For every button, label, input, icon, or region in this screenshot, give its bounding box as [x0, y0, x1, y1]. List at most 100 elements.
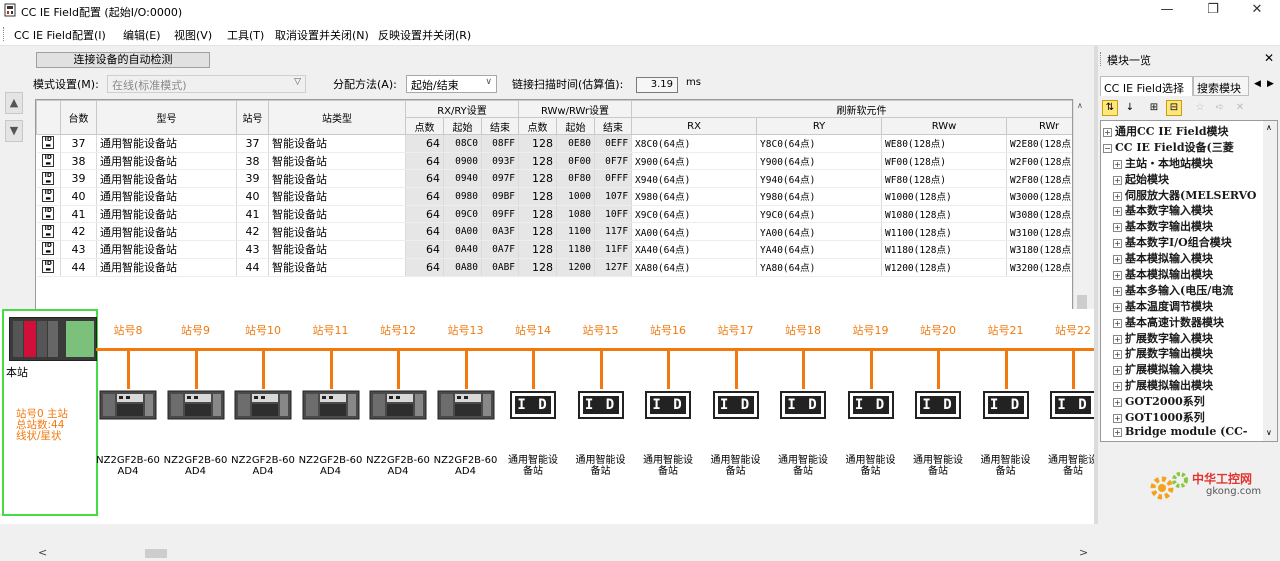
menu-ccie-config[interactable]: CC IE Field配置(I) — [14, 27, 106, 43]
table-row[interactable]: ID ▬ 41 通用智能设备站 41 智能设备站 64 09C0 09FF 128 1080 10FF… — [36, 205, 1072, 224]
assign-select[interactable]: 起始/结束 ∨ — [406, 75, 497, 93]
expand-icon[interactable]: + — [1113, 175, 1122, 185]
expand-icon[interactable]: + — [1113, 334, 1122, 344]
intelligent-device-icon[interactable]: I D — [847, 391, 894, 419]
move-down-button[interactable]: ▼ — [5, 120, 23, 142]
expand-icon[interactable]: + — [1113, 286, 1122, 296]
tree-item[interactable]: + 扩展数字输入模块 — [1103, 330, 1257, 346]
expand-icon[interactable]: + — [1113, 239, 1122, 249]
expand-icon[interactable]: + — [1113, 255, 1122, 265]
tree-item[interactable]: + Bridge module (CC- — [1103, 425, 1257, 441]
intelligent-device-icon[interactable]: I D — [1050, 391, 1094, 419]
tree-item[interactable]: + 基本模拟输出模块 — [1103, 266, 1257, 282]
expand-icon[interactable]: + — [1113, 382, 1122, 392]
table-row[interactable]: ID ▬ 43 通用智能设备站 43 智能设备站 64 0A40 0A7F 128 1180 11FF… — [36, 240, 1072, 259]
scroll-down-icon[interactable]: ∨ — [1266, 428, 1272, 437]
expand-icon[interactable]: + — [1113, 207, 1122, 217]
io-module-icon[interactable] — [167, 389, 225, 421]
tree-item[interactable]: + 主站・本地站模块 — [1103, 155, 1257, 171]
scroll-up-icon[interactable]: ∧ — [1077, 101, 1083, 110]
table-row[interactable]: ID ▬ 37 通用智能设备站 37 智能设备站 64 08C0 08FF 128 0E80 0EFF… — [36, 134, 1072, 153]
tree-item[interactable]: − CC IE Field设备(三菱 — [1103, 139, 1257, 155]
menu-cancel-close[interactable]: 取消设置并关闭(N) — [275, 27, 369, 43]
menu-tools[interactable]: 工具(T) — [227, 27, 264, 43]
expand-icon[interactable]: + — [1103, 128, 1112, 137]
menu-apply-close[interactable]: 反映设置并关闭(R) — [378, 27, 471, 43]
expand-icon[interactable]: + — [1113, 318, 1122, 328]
diagram-horizontal-scrollbar[interactable]: < > — [35, 546, 1094, 561]
close-icon[interactable]: ✕ — [1264, 51, 1274, 65]
minimize-button[interactable]: — — [1144, 0, 1190, 22]
tree-item[interactable]: + 基本数字输入模块 — [1103, 202, 1257, 218]
expand-icon[interactable]: + — [1113, 350, 1122, 360]
expand-icon[interactable]: + — [1113, 159, 1122, 169]
intelligent-device-icon[interactable]: I D — [577, 391, 624, 419]
table-row[interactable]: ID ▬ 44 通用智能设备站 44 智能设备站 64 0A80 0ABF 128 1200 127F… — [36, 258, 1072, 277]
expand-icon[interactable]: + — [1113, 366, 1122, 376]
table-vertical-scrollbar[interactable]: ∧ ∨ — [1073, 99, 1090, 332]
tree-item[interactable]: + 基本模拟输入模块 — [1103, 250, 1257, 266]
table-row[interactable]: ID ▬ 42 通用智能设备站 42 智能设备站 64 0A00 0A3F 128 1100 117F… — [36, 222, 1072, 242]
tree-item[interactable]: + 伺服放大器(MELSERVO — [1103, 187, 1257, 203]
scroll-left-icon[interactable]: < — [38, 546, 47, 559]
mode-select[interactable]: 在线(标准模式) ▽ — [107, 75, 306, 93]
restore-button[interactable]: ❐ — [1190, 0, 1236, 22]
tree-item[interactable]: + GOT2000系列 — [1103, 393, 1257, 409]
table-row[interactable]: ID ▬ 39 通用智能设备站 39 智能设备站 64 0940 097F 128 0F80 0FFF… — [36, 169, 1072, 189]
table-row[interactable]: ID ▬ 38 通用智能设备站 38 智能设备站 64 0900 093F 128 0F00 0F7F… — [36, 152, 1072, 171]
io-module-icon[interactable] — [99, 389, 157, 421]
tree-item[interactable]: + 基本数字输出模块 — [1103, 218, 1257, 234]
menu-edit[interactable]: 编辑(E) — [123, 27, 161, 43]
expand-icon[interactable]: + — [1113, 427, 1122, 437]
add-favorite-icon[interactable]: ➪ — [1212, 100, 1228, 116]
tree-item[interactable]: + 扩展数字输出模块 — [1103, 345, 1257, 361]
collapse-icon[interactable]: − — [1103, 143, 1112, 153]
tab-scroll-right-icon[interactable]: ▶ — [1267, 79, 1274, 89]
io-module-icon[interactable] — [302, 389, 360, 421]
tree-item[interactable]: + 基本高速计数器模块 — [1103, 314, 1257, 330]
tree-item[interactable]: + 通用CC IE Field模块 — [1103, 123, 1257, 139]
delete-icon[interactable]: ✕ — [1232, 100, 1248, 116]
close-button[interactable]: ✕ — [1234, 0, 1280, 22]
tree-item[interactable]: + 扩展模拟输出模块 — [1103, 377, 1257, 393]
expand-icon[interactable]: + — [1113, 223, 1122, 233]
favorite-icon[interactable]: ☆ — [1192, 100, 1208, 116]
io-module-icon[interactable] — [437, 389, 495, 421]
tree-item[interactable]: + 基本数字I/O组合模块 — [1103, 234, 1257, 250]
tree-item[interactable]: + 扩展模拟输入模块 — [1103, 361, 1257, 377]
tree-item[interactable]: + 基本多输入(电压/电流 — [1103, 282, 1257, 298]
sort-alpha-icon[interactable]: ↓ — [1122, 100, 1138, 116]
auto-detect-button[interactable]: 连接设备的自动检测 — [36, 52, 210, 68]
expand-icon[interactable]: + — [1113, 302, 1122, 312]
intelligent-device-icon[interactable]: I D — [712, 391, 759, 419]
menu-view[interactable]: 视图(V) — [174, 27, 212, 43]
intelligent-device-icon[interactable]: I D — [645, 391, 691, 419]
expand-tree-icon[interactable]: ⊞ — [1146, 100, 1162, 116]
tree-item[interactable]: + 基本温度调节模块 — [1103, 298, 1257, 314]
expand-icon[interactable]: + — [1113, 191, 1122, 201]
tab-ccie-select[interactable]: CC IE Field选择 — [1100, 76, 1193, 96]
tab-scroll-left-icon[interactable]: ◀ — [1254, 79, 1261, 89]
tree-item[interactable]: + GOT1000系列 — [1103, 409, 1257, 425]
io-module-icon[interactable] — [369, 389, 427, 421]
scroll-up-icon[interactable]: ∧ — [1266, 123, 1272, 132]
expand-icon[interactable]: + — [1113, 414, 1122, 424]
sort-category-icon[interactable]: ⇅ — [1102, 100, 1118, 116]
tree-vertical-scrollbar[interactable]: ∧ ∨ — [1263, 121, 1277, 441]
scroll-right-icon[interactable]: > — [1079, 546, 1088, 559]
intelligent-device-icon[interactable]: I D — [982, 391, 1029, 419]
scroll-thumb[interactable] — [145, 549, 167, 558]
station-model-label: 通用智能设 备站 — [768, 455, 838, 477]
intelligent-device-icon[interactable]: I D — [915, 391, 961, 419]
io-module-icon[interactable] — [234, 389, 292, 421]
host-station[interactable]: 本站 站号0 主站 总站数:44 线状/星状 — [2, 309, 98, 516]
tree-item[interactable]: + 起始模块 — [1103, 171, 1257, 187]
expand-icon[interactable]: + — [1113, 398, 1122, 408]
expand-icon[interactable]: + — [1113, 271, 1122, 281]
table-row[interactable]: ID ▬ 40 通用智能设备站 40 智能设备站 64 0980 09BF 128 1000 107F… — [36, 187, 1072, 206]
tab-search-module[interactable]: 搜索模块 — [1193, 76, 1249, 96]
intelligent-device-icon[interactable]: I D — [780, 391, 826, 419]
intelligent-device-icon[interactable]: I D — [510, 391, 556, 419]
collapse-tree-icon[interactable]: ⊟ — [1166, 100, 1182, 116]
move-up-button[interactable]: ▲ — [5, 92, 23, 114]
